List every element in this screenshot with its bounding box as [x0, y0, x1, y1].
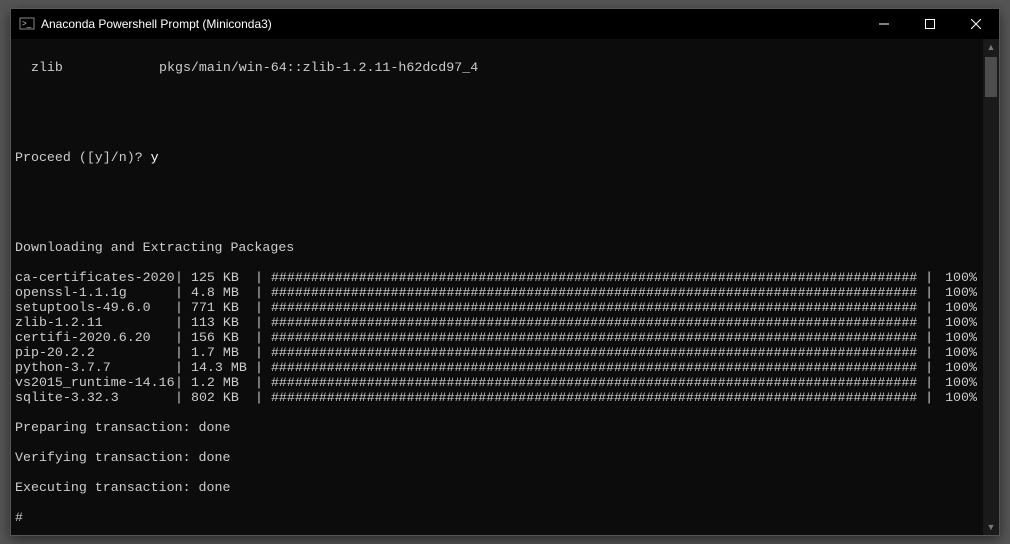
- proceed-answer: y: [151, 150, 159, 165]
- minimize-button[interactable]: [861, 9, 907, 39]
- terminal-window: >_ Anaconda Powershell Prompt (Miniconda…: [10, 8, 1000, 536]
- package-size: 156 KB: [191, 330, 255, 345]
- package-size: 802 KB: [191, 390, 255, 405]
- maximize-button[interactable]: [907, 9, 953, 39]
- svg-text:>_: >_: [22, 19, 32, 28]
- package-size: 113 KB: [191, 315, 255, 330]
- hint-line: #: [15, 510, 979, 525]
- package-name: zlib-1.2.11: [15, 315, 175, 330]
- progress-bar: ########################################…: [271, 375, 917, 390]
- window-title: Anaconda Powershell Prompt (Miniconda3): [41, 17, 272, 31]
- package-row: pip-20.2.2| 1.7 MB| ####################…: [15, 345, 979, 360]
- vertical-scrollbar[interactable]: ▲ ▼: [983, 39, 999, 535]
- progress-percent: 100%: [941, 390, 979, 405]
- spec-name: zlib: [15, 60, 159, 75]
- package-name: ca-certificates-2020: [15, 270, 175, 285]
- package-size: 125 KB: [191, 270, 255, 285]
- scrollbar-thumb[interactable]: [985, 57, 997, 97]
- package-row: openssl-1.1.1g| 4.8 MB| ################…: [15, 285, 979, 300]
- package-row: certifi-2020.6.20| 156 KB| #############…: [15, 330, 979, 345]
- package-size: 1.7 MB: [191, 345, 255, 360]
- progress-percent: 100%: [941, 285, 979, 300]
- package-name: python-3.7.7: [15, 360, 175, 375]
- progress-bar: ########################################…: [271, 300, 917, 315]
- package-name: openssl-1.1.1g: [15, 285, 175, 300]
- package-row: zlib-1.2.11| 113 KB| ###################…: [15, 315, 979, 330]
- scroll-up-icon[interactable]: ▲: [983, 39, 999, 55]
- progress-percent: 100%: [941, 300, 979, 315]
- package-size: 14.3 MB: [191, 360, 255, 375]
- progress-bar: ########################################…: [271, 270, 917, 285]
- download-header: Downloading and Extracting Packages: [15, 240, 979, 255]
- terminal-output[interactable]: zlibpkgs/main/win-64::zlib-1.2.11-h62dcd…: [11, 39, 983, 535]
- package-name: certifi-2020.6.20: [15, 330, 175, 345]
- title-bar[interactable]: >_ Anaconda Powershell Prompt (Miniconda…: [11, 9, 999, 39]
- progress-percent: 100%: [941, 360, 979, 375]
- spec-value: pkgs/main/win-64::zlib-1.2.11-h62dcd97_4: [159, 60, 979, 75]
- app-icon: >_: [19, 16, 35, 32]
- package-row: python-3.7.7| 14.3 MB| #################…: [15, 360, 979, 375]
- progress-percent: 100%: [941, 345, 979, 360]
- progress-bar: ########################################…: [271, 285, 917, 300]
- package-name: pip-20.2.2: [15, 345, 175, 360]
- progress-percent: 100%: [941, 375, 979, 390]
- progress-bar: ########################################…: [271, 390, 917, 405]
- package-name: vs2015_runtime-14.16: [15, 375, 175, 390]
- progress-bar: ########################################…: [271, 315, 917, 330]
- progress-percent: 100%: [941, 315, 979, 330]
- progress-percent: 100%: [941, 270, 979, 285]
- progress-bar: ########################################…: [271, 345, 917, 360]
- progress-bar: ########################################…: [271, 330, 917, 345]
- execute-transaction: Executing transaction: done: [15, 480, 979, 495]
- close-button[interactable]: [953, 9, 999, 39]
- package-size: 4.8 MB: [191, 285, 255, 300]
- package-row: sqlite-3.32.3| 802 KB| #################…: [15, 390, 979, 405]
- package-size: 771 KB: [191, 300, 255, 315]
- proceed-prompt: Proceed ([y]/n)?: [15, 150, 151, 165]
- prepare-transaction: Preparing transaction: done: [15, 420, 979, 435]
- package-row: ca-certificates-2020| 125 KB| ##########…: [15, 270, 979, 285]
- package-name: sqlite-3.32.3: [15, 390, 175, 405]
- package-name: setuptools-49.6.0: [15, 300, 175, 315]
- package-row: vs2015_runtime-14.16| 1.2 MB| ##########…: [15, 375, 979, 390]
- scroll-down-icon[interactable]: ▼: [983, 519, 999, 535]
- package-size: 1.2 MB: [191, 375, 255, 390]
- package-row: setuptools-49.6.0| 771 KB| #############…: [15, 300, 979, 315]
- progress-bar: ########################################…: [271, 360, 917, 375]
- progress-percent: 100%: [941, 330, 979, 345]
- verify-transaction: Verifying transaction: done: [15, 450, 979, 465]
